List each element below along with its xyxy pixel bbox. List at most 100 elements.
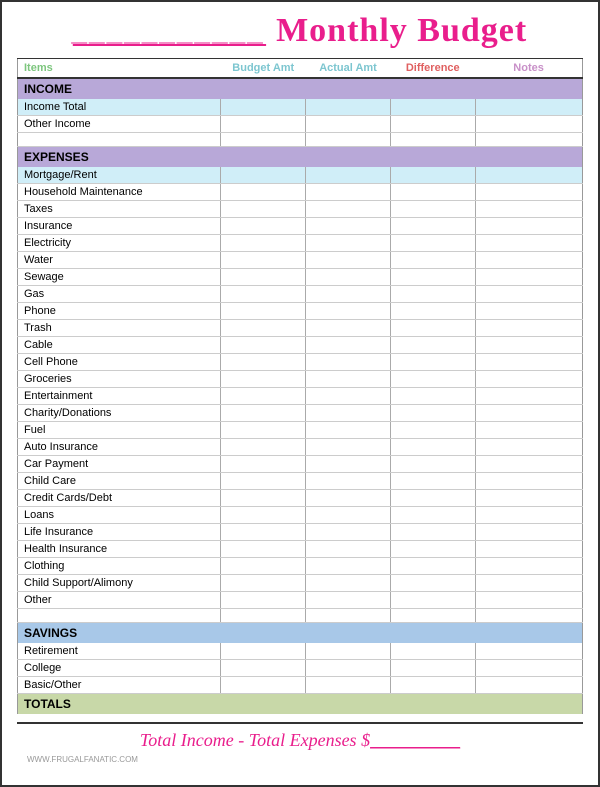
actual-cell[interactable] bbox=[306, 269, 391, 286]
diff-cell[interactable] bbox=[390, 490, 475, 507]
budget-cell[interactable] bbox=[221, 592, 306, 609]
notes-cell[interactable] bbox=[475, 643, 582, 660]
diff-cell[interactable] bbox=[390, 337, 475, 354]
actual-cell[interactable] bbox=[306, 592, 391, 609]
actual-cell[interactable] bbox=[306, 235, 391, 252]
notes-cell[interactable] bbox=[475, 218, 582, 235]
diff-cell[interactable] bbox=[390, 184, 475, 201]
diff-cell[interactable] bbox=[390, 575, 475, 592]
notes-cell[interactable] bbox=[475, 303, 582, 320]
budget-cell[interactable] bbox=[221, 184, 306, 201]
actual-cell[interactable] bbox=[306, 167, 391, 184]
actual-cell[interactable] bbox=[306, 456, 391, 473]
diff-cell[interactable] bbox=[390, 201, 475, 218]
budget-cell[interactable] bbox=[221, 524, 306, 541]
actual-cell[interactable] bbox=[306, 575, 391, 592]
notes-cell[interactable] bbox=[475, 116, 582, 133]
budget-cell[interactable] bbox=[221, 473, 306, 490]
notes-cell[interactable] bbox=[475, 201, 582, 218]
diff-cell[interactable] bbox=[390, 303, 475, 320]
diff-cell[interactable] bbox=[390, 252, 475, 269]
actual-cell[interactable] bbox=[306, 524, 391, 541]
diff-cell[interactable] bbox=[390, 558, 475, 575]
budget-cell[interactable] bbox=[221, 286, 306, 303]
budget-cell[interactable] bbox=[221, 456, 306, 473]
actual-cell[interactable] bbox=[306, 286, 391, 303]
actual-cell[interactable] bbox=[306, 99, 391, 116]
notes-cell[interactable] bbox=[475, 252, 582, 269]
notes-cell[interactable] bbox=[475, 99, 582, 116]
budget-cell[interactable] bbox=[221, 269, 306, 286]
diff-cell[interactable] bbox=[390, 99, 475, 116]
notes-cell[interactable] bbox=[475, 575, 582, 592]
budget-cell[interactable] bbox=[221, 660, 306, 677]
notes-cell[interactable] bbox=[475, 592, 582, 609]
diff-cell[interactable] bbox=[390, 507, 475, 524]
actual-cell[interactable] bbox=[306, 473, 391, 490]
budget-cell[interactable] bbox=[221, 303, 306, 320]
diff-cell[interactable] bbox=[390, 524, 475, 541]
actual-cell[interactable] bbox=[306, 320, 391, 337]
notes-cell[interactable] bbox=[475, 524, 582, 541]
actual-cell[interactable] bbox=[306, 405, 391, 422]
diff-cell[interactable] bbox=[390, 116, 475, 133]
diff-cell[interactable] bbox=[390, 269, 475, 286]
budget-cell[interactable] bbox=[221, 371, 306, 388]
actual-cell[interactable] bbox=[306, 388, 391, 405]
budget-cell[interactable] bbox=[221, 439, 306, 456]
budget-cell[interactable] bbox=[221, 201, 306, 218]
notes-cell[interactable] bbox=[475, 405, 582, 422]
notes-cell[interactable] bbox=[475, 320, 582, 337]
budget-cell[interactable] bbox=[221, 422, 306, 439]
budget-cell[interactable] bbox=[221, 541, 306, 558]
budget-cell[interactable] bbox=[221, 388, 306, 405]
budget-cell[interactable] bbox=[221, 558, 306, 575]
actual-cell[interactable] bbox=[306, 643, 391, 660]
budget-cell[interactable] bbox=[221, 677, 306, 694]
diff-cell[interactable] bbox=[390, 320, 475, 337]
diff-cell[interactable] bbox=[390, 456, 475, 473]
diff-cell[interactable] bbox=[390, 677, 475, 694]
notes-cell[interactable] bbox=[475, 286, 582, 303]
diff-cell[interactable] bbox=[390, 218, 475, 235]
budget-cell[interactable] bbox=[221, 354, 306, 371]
notes-cell[interactable] bbox=[475, 541, 582, 558]
budget-cell[interactable] bbox=[221, 320, 306, 337]
notes-cell[interactable] bbox=[475, 269, 582, 286]
diff-cell[interactable] bbox=[390, 473, 475, 490]
notes-cell[interactable] bbox=[475, 439, 582, 456]
actual-cell[interactable] bbox=[306, 371, 391, 388]
notes-cell[interactable] bbox=[475, 677, 582, 694]
notes-cell[interactable] bbox=[475, 660, 582, 677]
budget-cell[interactable] bbox=[221, 507, 306, 524]
diff-cell[interactable] bbox=[390, 643, 475, 660]
diff-cell[interactable] bbox=[390, 388, 475, 405]
actual-cell[interactable] bbox=[306, 660, 391, 677]
actual-cell[interactable] bbox=[306, 354, 391, 371]
notes-cell[interactable] bbox=[475, 388, 582, 405]
diff-cell[interactable] bbox=[390, 660, 475, 677]
actual-cell[interactable] bbox=[306, 422, 391, 439]
actual-cell[interactable] bbox=[306, 558, 391, 575]
notes-cell[interactable] bbox=[475, 456, 582, 473]
notes-cell[interactable] bbox=[475, 354, 582, 371]
notes-cell[interactable] bbox=[475, 490, 582, 507]
diff-cell[interactable] bbox=[390, 167, 475, 184]
actual-cell[interactable] bbox=[306, 184, 391, 201]
budget-cell[interactable] bbox=[221, 235, 306, 252]
budget-cell[interactable] bbox=[221, 99, 306, 116]
diff-cell[interactable] bbox=[390, 235, 475, 252]
budget-cell[interactable] bbox=[221, 337, 306, 354]
actual-cell[interactable] bbox=[306, 116, 391, 133]
diff-cell[interactable] bbox=[390, 286, 475, 303]
budget-cell[interactable] bbox=[221, 405, 306, 422]
budget-cell[interactable] bbox=[221, 643, 306, 660]
notes-cell[interactable] bbox=[475, 473, 582, 490]
diff-cell[interactable] bbox=[390, 354, 475, 371]
diff-cell[interactable] bbox=[390, 439, 475, 456]
diff-cell[interactable] bbox=[390, 422, 475, 439]
budget-cell[interactable] bbox=[221, 575, 306, 592]
budget-cell[interactable] bbox=[221, 167, 306, 184]
actual-cell[interactable] bbox=[306, 507, 391, 524]
budget-cell[interactable] bbox=[221, 116, 306, 133]
